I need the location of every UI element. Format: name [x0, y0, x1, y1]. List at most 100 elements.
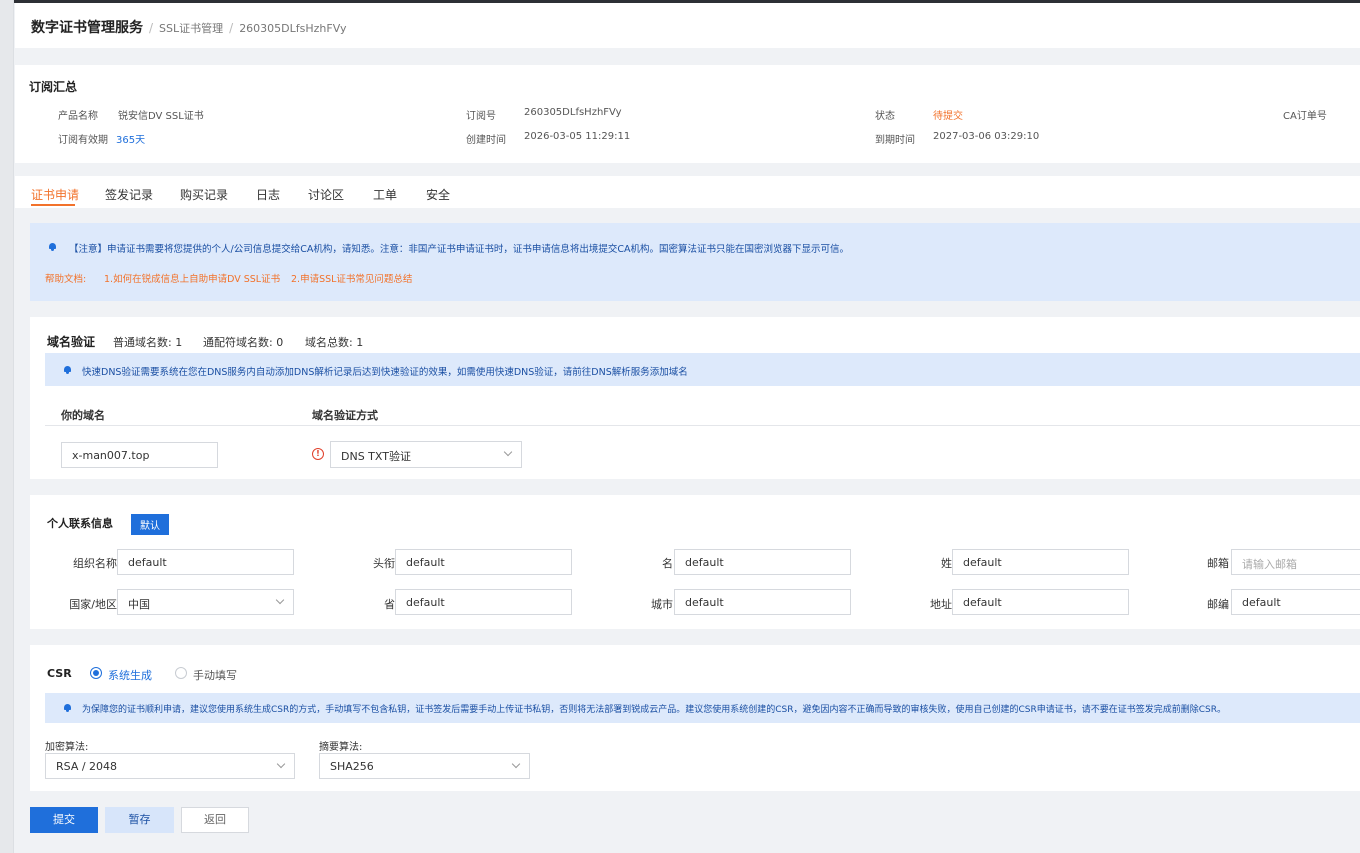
breadcrumb-separator: / — [149, 21, 154, 35]
chevron-down-icon — [275, 595, 285, 605]
tab-security[interactable]: 安全 — [426, 186, 450, 203]
breadcrumb-level3: 260305DLfsHzhFVy — [239, 22, 347, 35]
csr-tip-text: 为保障您的证书顺利申请，建议您使用系统生成CSR的方式，手动填写不包含私钥，证书… — [82, 705, 1227, 715]
domain-table-divider — [45, 425, 1360, 426]
warning-icon: ! — [312, 448, 324, 460]
left-sidebar-edge — [0, 0, 14, 853]
order-value: 260305DLfsHzhFVy — [524, 107, 622, 118]
status-value: 待提交 — [933, 111, 963, 122]
notice-banner: 【注意】申请证书需要将您提供的个人/公司信息提交给CA机构，请知悉。注意：非国产… — [30, 223, 1360, 301]
csr-section-title: CSR — [47, 667, 72, 680]
enc-algo-select[interactable]: RSA / 2048 — [45, 753, 295, 779]
product-label: 产品名称 — [58, 111, 98, 122]
tab-ticket[interactable]: 工单 — [373, 186, 397, 203]
chevron-down-icon — [503, 447, 513, 457]
dns-tip-bell-icon — [63, 365, 72, 374]
address-label: 地址 — [930, 598, 952, 611]
breadcrumb-level2[interactable]: SSL证书管理 — [159, 22, 223, 35]
ca-order-label: CA订单号 — [1283, 111, 1327, 122]
help-link-2[interactable]: 2.申请SSL证书常见问题总结 — [291, 271, 412, 285]
summary-title: 订阅汇总 — [29, 80, 78, 94]
col-verify-method: 域名验证方式 — [312, 409, 378, 422]
province-input[interactable]: default — [395, 589, 572, 615]
last-name-label: 姓 — [941, 557, 952, 570]
digest-algo-select[interactable]: SHA256 — [319, 753, 530, 779]
title-label: 头衔 — [373, 557, 395, 570]
domain-panel: 域名验证 普通域名数: 1 通配符域名数: 0 域名总数: 1 快速DNS验证需… — [30, 317, 1360, 479]
dns-tip-banner: 快速DNS验证需要系统在您在DNS服务内自动添加DNS解析记录后达到快速验证的效… — [45, 353, 1360, 386]
csr-tip-bell-icon — [63, 703, 72, 712]
breadcrumb-root[interactable]: 数字证书管理服务 — [31, 20, 143, 36]
expire-label: 到期时间 — [875, 135, 915, 146]
created-value: 2026-03-05 11:29:11 — [524, 131, 631, 142]
breadcrumb: 数字证书管理服务 / SSL证书管理 / 260305DLfsHzhFVy — [31, 17, 346, 37]
email-label: 邮箱 — [1207, 557, 1229, 570]
tab-issue-records[interactable]: 签发记录 — [105, 186, 153, 203]
zip-label: 邮编 — [1207, 598, 1229, 611]
domain-input[interactable]: x-man007.top — [61, 442, 218, 468]
status-label: 状态 — [875, 111, 895, 122]
total-domain-count: 域名总数: 1 — [305, 336, 364, 349]
tab-discussion[interactable]: 讨论区 — [308, 186, 344, 203]
wildcard-domain-count: 通配符域名数: 0 — [203, 336, 284, 349]
zip-input[interactable]: default — [1231, 589, 1360, 615]
product-value: 锐安信DV SSL证书 — [118, 111, 204, 122]
help-link-1[interactable]: 1.如何在锐成信息上自助申请DV SSL证书 — [104, 271, 280, 285]
verify-method-select[interactable]: DNS TXT验证 — [330, 441, 522, 468]
contact-section-title: 个人联系信息 — [47, 517, 113, 530]
main-content: 数字证书管理服务 / SSL证书管理 / 260305DLfsHzhFVy 订阅汇总 产… — [15, 3, 1360, 853]
enc-algo-value: RSA / 2048 — [56, 760, 118, 773]
email-input[interactable]: 请输入邮箱 — [1231, 549, 1360, 575]
csr-panel: CSR 系统生成 手动填写 为保障您的证书顺利申请，建议您使用系统生成CSR的方… — [30, 645, 1360, 791]
save-draft-button[interactable]: 暂存 — [105, 807, 174, 833]
chevron-down-icon — [511, 759, 521, 769]
last-name-input[interactable]: default — [952, 549, 1129, 575]
contact-panel: 个人联系信息 默认 组织名称 default 头衔 default 名 defa… — [30, 495, 1360, 629]
digest-algo-label: 摘要算法: — [319, 742, 363, 753]
enc-algo-label: 加密算法: — [45, 742, 89, 753]
country-label: 国家/地区 — [69, 598, 117, 611]
back-button[interactable]: 返回 — [181, 807, 249, 833]
city-input[interactable]: default — [674, 589, 851, 615]
org-label: 组织名称 — [73, 557, 117, 570]
first-name-label: 名 — [662, 557, 673, 570]
col-your-domain: 你的域名 — [61, 409, 105, 422]
city-label: 城市 — [651, 598, 673, 611]
help-prefix: 帮助文档: — [45, 271, 86, 285]
manual-fill-label[interactable]: 手动填写 — [193, 667, 237, 683]
tab-bar: 证书申请 签发记录 购买记录 日志 讨论区 工单 安全 — [15, 176, 1360, 208]
verify-method-value: DNS TXT验证 — [341, 450, 411, 463]
order-label: 订阅号 — [466, 111, 496, 122]
radio-manual-fill[interactable] — [175, 667, 187, 679]
notice-text: 【注意】申请证书需要将您提供的个人/公司信息提交给CA机构，请知悉。注意：非国产… — [69, 244, 849, 255]
tab-logs[interactable]: 日志 — [256, 186, 280, 203]
active-tab-indicator — [31, 204, 75, 206]
default-tag[interactable]: 默认 — [131, 514, 169, 535]
help-prefix-label: 帮助文档: — [45, 274, 87, 285]
dns-tip-text: 快速DNS验证需要系统在您在DNS服务内自动添加DNS解析记录后达到快速验证的效… — [82, 367, 688, 378]
submit-button[interactable]: 提交 — [30, 807, 98, 833]
first-name-input[interactable]: default — [674, 549, 851, 575]
expire-value: 2027-03-06 03:29:10 — [933, 131, 1040, 142]
org-input[interactable]: default — [117, 549, 294, 575]
digest-algo-value: SHA256 — [330, 760, 374, 773]
country-value: 中国 — [128, 598, 150, 611]
tab-cert-apply[interactable]: 证书申请 — [31, 186, 79, 203]
address-input[interactable]: default — [952, 589, 1129, 615]
validity-value: 365天 — [116, 135, 146, 146]
validity-label: 订阅有效期 — [58, 135, 108, 146]
notice-bell-icon — [48, 242, 57, 251]
tab-purchase-records[interactable]: 购买记录 — [180, 186, 228, 203]
province-label: 省 — [384, 598, 395, 611]
page-header: 数字证书管理服务 / SSL证书管理 / 260305DLfsHzhFVy — [15, 3, 1360, 48]
system-generate-label[interactable]: 系统生成 — [108, 667, 152, 683]
title-input[interactable]: default — [395, 549, 572, 575]
breadcrumb-separator: / — [229, 21, 234, 35]
country-select[interactable]: 中国 — [117, 589, 294, 615]
radio-system-generate[interactable] — [90, 667, 102, 679]
csr-tip-banner: 为保障您的证书顺利申请，建议您使用系统生成CSR的方式，手动填写不包含私钥，证书… — [45, 693, 1360, 723]
created-label: 创建时间 — [466, 135, 506, 146]
summary-panel: 订阅汇总 产品名称 锐安信DV SSL证书 订阅号 260305DLfsHzhF… — [15, 65, 1360, 163]
domain-section-title: 域名验证 — [47, 335, 96, 349]
chevron-down-icon — [276, 759, 286, 769]
